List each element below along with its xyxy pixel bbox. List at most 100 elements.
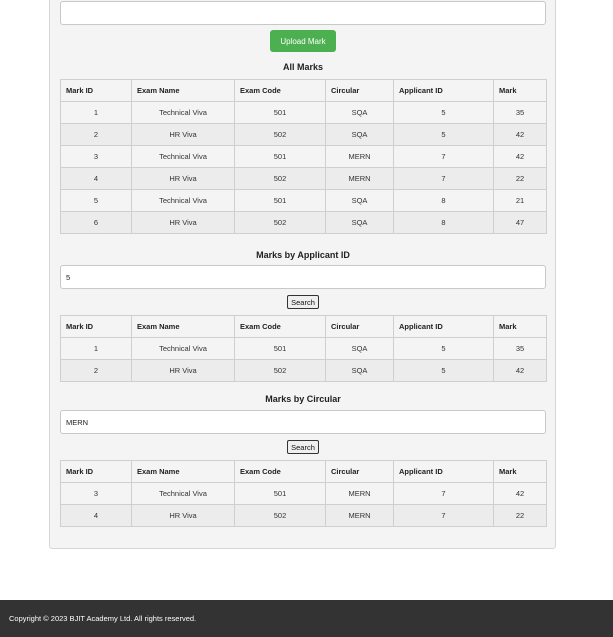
table-cell: 7 (393, 167, 494, 190)
column-header: Mark ID (60, 79, 132, 102)
circular-search-button[interactable]: Search (287, 440, 319, 454)
table-header-row: Mark ID Exam Name Exam Code Circular Applica… (60, 79, 547, 102)
table-cell: Technical Viva (131, 482, 235, 505)
table-cell: 5 (393, 337, 494, 360)
table-cell: 3 (60, 145, 132, 168)
table-row: 2 HR Viva 502 SQA 5 42 (60, 359, 547, 382)
table-cell: HR Viva (131, 359, 235, 382)
table-cell: HR Viva (131, 123, 235, 146)
table-cell: 501 (234, 189, 326, 212)
table-cell: 35 (493, 337, 547, 360)
table-row: 2 HR Viva 502 SQA 5 42 (60, 123, 547, 146)
mark-upload-input[interactable] (60, 1, 546, 25)
table-cell: 502 (234, 123, 326, 146)
upload-mark-button[interactable]: Upload Mark (270, 30, 336, 52)
table-cell: 42 (493, 123, 547, 146)
table-cell: 502 (234, 211, 326, 234)
column-header: Applicant ID (393, 79, 494, 102)
column-header: Mark (493, 460, 547, 483)
table-cell: 5 (60, 189, 132, 212)
marks-by-circular-title: Marks by Circular (265, 394, 341, 404)
table-row: 4 HR Viva 502 MERN 7 22 (60, 167, 547, 190)
table-row: 5 Technical Viva 501 SQA 8 21 (60, 189, 547, 212)
table-cell: 5 (393, 359, 494, 382)
table-cell: 501 (234, 482, 326, 505)
table-cell: Technical Viva (131, 189, 235, 212)
table-cell: 7 (393, 504, 494, 527)
table-row: 3 Technical Viva 501 MERN 7 42 (60, 482, 547, 505)
table-cell: MERN (325, 482, 394, 505)
column-header: Exam Name (131, 460, 235, 483)
applicant-search-button[interactable]: Search (287, 295, 319, 309)
table-cell: 4 (60, 167, 132, 190)
table-cell: 2 (60, 359, 132, 382)
column-header: Exam Code (234, 79, 326, 102)
table-cell: Technical Viva (131, 101, 235, 124)
table-cell: 7 (393, 482, 494, 505)
table-cell: 502 (234, 167, 326, 190)
all-marks-title: All Marks (282, 62, 324, 72)
footer: Copyright © 2023 BJIT Academy Ltd. All r… (0, 600, 613, 637)
column-header: Exam Code (234, 460, 326, 483)
table-cell: 1 (60, 337, 132, 360)
column-header: Mark ID (60, 460, 132, 483)
table-cell: 42 (493, 482, 547, 505)
table-cell: 22 (493, 504, 547, 527)
table-cell: MERN (325, 145, 394, 168)
table-cell: 2 (60, 123, 132, 146)
table-cell: 502 (234, 504, 326, 527)
table-cell: 47 (493, 211, 547, 234)
table-cell: SQA (325, 101, 394, 124)
table-cell: HR Viva (131, 167, 235, 190)
table-cell: 5 (393, 101, 494, 124)
column-header: Exam Name (131, 315, 235, 338)
column-header: Applicant ID (393, 315, 494, 338)
applicant-id-input[interactable] (60, 265, 546, 289)
table-cell: MERN (325, 504, 394, 527)
table-cell: 4 (60, 504, 132, 527)
table-cell: 5 (393, 123, 494, 146)
marks-by-circular-table: Mark ID Exam Name Exam Code Circular Applica… (60, 460, 547, 527)
table-cell: 42 (493, 359, 547, 382)
table-row: 4 HR Viva 502 MERN 7 22 (60, 504, 547, 527)
column-header: Circular (325, 79, 394, 102)
table-cell: 22 (493, 167, 547, 190)
table-cell: Technical Viva (131, 337, 235, 360)
table-cell: 7 (393, 145, 494, 168)
table-cell: 42 (493, 145, 547, 168)
table-cell: 501 (234, 337, 326, 360)
column-header: Mark (493, 79, 547, 102)
column-header: Exam Code (234, 315, 326, 338)
table-cell: HR Viva (131, 211, 235, 234)
table-cell: SQA (325, 189, 394, 212)
table-header-row: Mark ID Exam Name Exam Code Circular Applica… (60, 315, 547, 338)
table-cell: 35 (493, 101, 547, 124)
table-cell: 8 (393, 189, 494, 212)
marks-by-applicant-table: Mark ID Exam Name Exam Code Circular Applica… (60, 315, 547, 382)
marks-by-applicant-title: Marks by Applicant ID (256, 250, 350, 260)
table-row: 6 HR Viva 502 SQA 8 47 (60, 211, 547, 234)
table-cell: SQA (325, 359, 394, 382)
table-header-row: Mark ID Exam Name Exam Code Circular Applica… (60, 460, 547, 483)
table-cell: 21 (493, 189, 547, 212)
column-header: Mark ID (60, 315, 132, 338)
circular-input[interactable] (60, 410, 546, 434)
column-header: Circular (325, 460, 394, 483)
column-header: Circular (325, 315, 394, 338)
table-cell: 1 (60, 101, 132, 124)
table-row: 3 Technical Viva 501 MERN 7 42 (60, 145, 547, 168)
table-cell: SQA (325, 337, 394, 360)
column-header: Exam Name (131, 79, 235, 102)
table-cell: 3 (60, 482, 132, 505)
all-marks-table: Mark ID Exam Name Exam Code Circular Applica… (60, 79, 547, 234)
table-row: 1 Technical Viva 501 SQA 5 35 (60, 337, 547, 360)
table-cell: Technical Viva (131, 145, 235, 168)
table-cell: 8 (393, 211, 494, 234)
table-cell: 501 (234, 101, 326, 124)
table-cell: SQA (325, 123, 394, 146)
table-cell: 6 (60, 211, 132, 234)
table-cell: SQA (325, 211, 394, 234)
table-row: 1 Technical Viva 501 SQA 5 35 (60, 101, 547, 124)
table-cell: 501 (234, 145, 326, 168)
table-cell: 502 (234, 359, 326, 382)
